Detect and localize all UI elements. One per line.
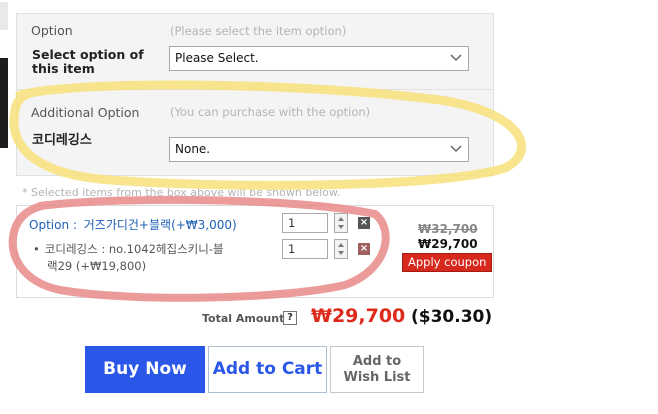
- item-option-select-value: Please Select.: [175, 51, 259, 65]
- option-hint: (Please select the item option): [170, 24, 347, 38]
- total-price-krw: ₩29,700: [311, 305, 406, 327]
- addon-label: 코디레깅스: [32, 133, 92, 148]
- option-quantity-input[interactable]: 1: [282, 213, 328, 233]
- apply-coupon-button[interactable]: Apply coupon: [402, 253, 493, 272]
- addon-quantity-stepper[interactable]: [334, 239, 348, 259]
- sale-price: ₩29,700: [418, 237, 478, 251]
- selected-option-prefix: Option :: [29, 218, 81, 232]
- additional-option-hint: (You can purchase with the option): [170, 105, 371, 119]
- option-divider: [17, 89, 493, 90]
- product-photo-edge: [0, 0, 9, 148]
- addon-quantity-input[interactable]: 1: [282, 239, 328, 259]
- selected-addon-text-2: 랙29 (+₩19,800): [47, 259, 147, 273]
- add-to-wishlist-button[interactable]: Add to Wish List: [330, 346, 424, 393]
- total-amount-label: Total Amount: [202, 312, 285, 325]
- wishlist-label-line1: Add to: [352, 354, 402, 369]
- remove-option-button[interactable]: ×: [358, 217, 370, 229]
- wishlist-label-line2: Wish List: [343, 370, 411, 385]
- selected-option-line: Option : 거즈가디건+블랙(+₩3,000): [29, 216, 237, 233]
- item-option-select[interactable]: Please Select.: [169, 46, 469, 71]
- bullet: •: [33, 242, 40, 256]
- selected-addon-line: • 코디레깅스 : no.1042헤집스키니-블 랙29 (+₩19,800): [33, 241, 224, 275]
- buy-now-button[interactable]: Buy Now: [85, 346, 205, 393]
- select-option-label: Select option of this item: [32, 48, 144, 76]
- addon-select[interactable]: None.: [169, 137, 469, 162]
- chevron-down-icon: [450, 54, 462, 62]
- selected-addon-text-1: 코디레깅스 : no.1042헤집스키니-블: [44, 242, 224, 256]
- original-price: ₩32,700: [418, 222, 478, 236]
- add-to-cart-button[interactable]: Add to Cart: [208, 346, 327, 393]
- remove-addon-button[interactable]: ×: [358, 243, 370, 255]
- selected-option-text: 거즈가디건+블랙(+₩3,000): [83, 218, 237, 232]
- select-option-label-line2: this item: [32, 61, 95, 76]
- addon-select-value: None.: [175, 142, 211, 156]
- chevron-down-icon: [450, 145, 462, 153]
- selection-note: * Selected items from the box above will…: [22, 186, 341, 199]
- select-option-label-line1: Select option of: [32, 47, 144, 62]
- help-icon[interactable]: ?: [283, 311, 297, 325]
- option-quantity-stepper[interactable]: [334, 213, 348, 233]
- total-price-usd: ($30.30): [411, 307, 493, 327]
- additional-option-label: Additional Option: [31, 105, 140, 120]
- option-label: Option: [31, 23, 73, 38]
